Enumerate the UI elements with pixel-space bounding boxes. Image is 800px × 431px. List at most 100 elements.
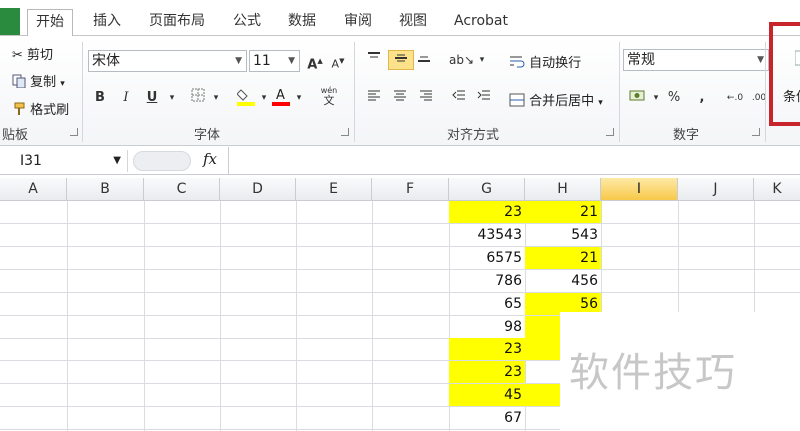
cell-g[interactable]: 23 (449, 361, 525, 383)
tab-page-layout[interactable]: 页面布局 (141, 9, 213, 36)
font-color-button[interactable]: A (271, 86, 291, 106)
grow-font-button[interactable]: A▲ (305, 51, 325, 73)
comma-button[interactable]: , (692, 88, 712, 108)
copy-button[interactable]: 复制 ▾ (12, 71, 65, 92)
formula-bar-handle[interactable] (133, 151, 191, 171)
group-divider (82, 42, 83, 142)
col-header-g[interactable]: G (449, 178, 525, 201)
tab-review[interactable]: 审阅 (336, 9, 380, 36)
align-left-icon (368, 90, 380, 101)
formula-input[interactable] (228, 147, 800, 175)
merge-center-button[interactable]: 合并后居中 ▾ (509, 90, 603, 111)
cell-g[interactable]: 67 (449, 407, 525, 429)
tab-data[interactable]: 数据 (280, 9, 324, 36)
align-left-button[interactable] (364, 88, 384, 108)
tab-home[interactable]: 开始 (27, 9, 73, 36)
align-middle-button[interactable] (388, 50, 414, 70)
col-header-k[interactable]: K (754, 178, 800, 201)
percent-button[interactable]: % (664, 88, 684, 108)
col-header-a[interactable]: A (0, 178, 67, 201)
col-header-j[interactable]: J (678, 178, 754, 201)
copy-dropdown-icon[interactable]: ▾ (60, 79, 65, 89)
font-launcher-icon[interactable] (341, 128, 349, 136)
chevron-down-icon[interactable]: ▼ (113, 150, 121, 172)
underline-dropdown-icon[interactable]: ▾ (162, 88, 182, 108)
cell-g[interactable]: 23 (449, 201, 525, 223)
col-header-f[interactable]: F (372, 178, 449, 201)
format-painter-button[interactable]: 格式刷 (12, 99, 69, 120)
tab-formulas[interactable]: 公式 (225, 9, 269, 36)
col-header-i[interactable]: I (601, 178, 678, 201)
borders-icon (191, 88, 205, 102)
cell-g[interactable]: 98 (449, 316, 525, 338)
align-right-button[interactable] (416, 88, 436, 108)
font-size-combo[interactable]: 11 ▼ (249, 50, 300, 72)
clipboard-launcher-icon[interactable] (70, 128, 78, 136)
col-header-b[interactable]: B (67, 178, 144, 201)
col-header-e[interactable]: E (296, 178, 372, 201)
wrap-text-button[interactable]: 自动换行 (509, 52, 581, 73)
decrease-decimal-icon: .00 (751, 93, 767, 103)
shrink-font-button[interactable]: A▼ (328, 51, 348, 71)
fill-color-button[interactable] (236, 86, 256, 106)
col-header-c[interactable]: C (144, 178, 220, 201)
highlight-box (769, 22, 800, 126)
phonetic-button[interactable]: wén 文 (318, 86, 340, 106)
font-color-dropdown-icon[interactable]: ▾ (289, 88, 309, 108)
bold-button[interactable]: B (90, 88, 110, 108)
decrease-decimal-button[interactable]: .00 (748, 88, 770, 108)
grow-font-label: A (307, 57, 318, 73)
currency-icon (629, 90, 645, 101)
align-bottom-button[interactable] (414, 50, 434, 70)
tab-view[interactable]: 视图 (391, 9, 435, 36)
italic-button[interactable]: I (116, 88, 136, 108)
cut-button[interactable]: ✂ 剪切 (12, 44, 53, 63)
cell-g[interactable]: 43543 (449, 224, 525, 246)
currency-dropdown-icon[interactable]: ▾ (646, 88, 666, 108)
col-header-d[interactable]: D (220, 178, 296, 201)
decrease-indent-button[interactable] (449, 88, 469, 108)
col-header-h[interactable]: H (525, 178, 601, 201)
gridline (0, 246, 800, 247)
chevron-down-icon: ▼ (235, 56, 242, 66)
alignment-launcher-icon[interactable] (606, 128, 614, 136)
cell-g[interactable]: 65 (449, 293, 525, 315)
cell-g[interactable]: 23 (449, 338, 525, 360)
merge-dropdown-icon[interactable]: ▾ (598, 98, 603, 108)
gridline (372, 201, 373, 431)
file-tab[interactable] (0, 8, 20, 35)
cell-h[interactable]: 21 (525, 247, 601, 269)
orientation-dropdown-icon[interactable]: ▾ (472, 50, 492, 70)
cell-h[interactable]: 456 (525, 270, 601, 292)
number-launcher-icon[interactable] (752, 128, 760, 136)
watermark-text: 软件技巧 (569, 350, 737, 396)
align-middle-icon (395, 54, 407, 62)
name-box[interactable]: I31 ▼ (0, 150, 128, 172)
increase-indent-button[interactable] (474, 88, 494, 108)
copy-label: 复制 (30, 75, 57, 90)
cell-g[interactable]: 786 (449, 270, 525, 292)
orientation-button[interactable]: ab↘ (449, 50, 474, 70)
tab-acrobat[interactable]: Acrobat (446, 9, 516, 36)
gridline (0, 223, 800, 224)
cell-h[interactable]: 543 (525, 224, 601, 246)
chevron-down-icon: ▼ (288, 56, 295, 66)
borders-button[interactable] (188, 88, 208, 108)
align-center-icon (394, 90, 406, 101)
cell-g[interactable]: 45 (449, 384, 525, 406)
increase-decimal-button[interactable]: ←.0 (724, 88, 746, 108)
tab-insert[interactable]: 插入 (85, 9, 129, 36)
align-center-button[interactable] (390, 88, 410, 108)
cut-label: 剪切 (27, 48, 54, 63)
font-name-combo[interactable]: 宋体 ▼ (88, 50, 247, 72)
cell-h[interactable]: 21 (525, 201, 601, 223)
wrap-text-icon (509, 55, 525, 73)
fx-icon[interactable]: fx (203, 150, 217, 168)
cell-g[interactable]: 6575 (449, 247, 525, 269)
number-format-combo[interactable]: 常规 ▼ (623, 49, 769, 71)
borders-dropdown-icon[interactable]: ▾ (206, 88, 226, 108)
currency-button[interactable] (627, 88, 647, 108)
underline-button[interactable]: U (142, 88, 162, 108)
gridline (220, 201, 221, 431)
align-top-button[interactable] (364, 50, 384, 70)
